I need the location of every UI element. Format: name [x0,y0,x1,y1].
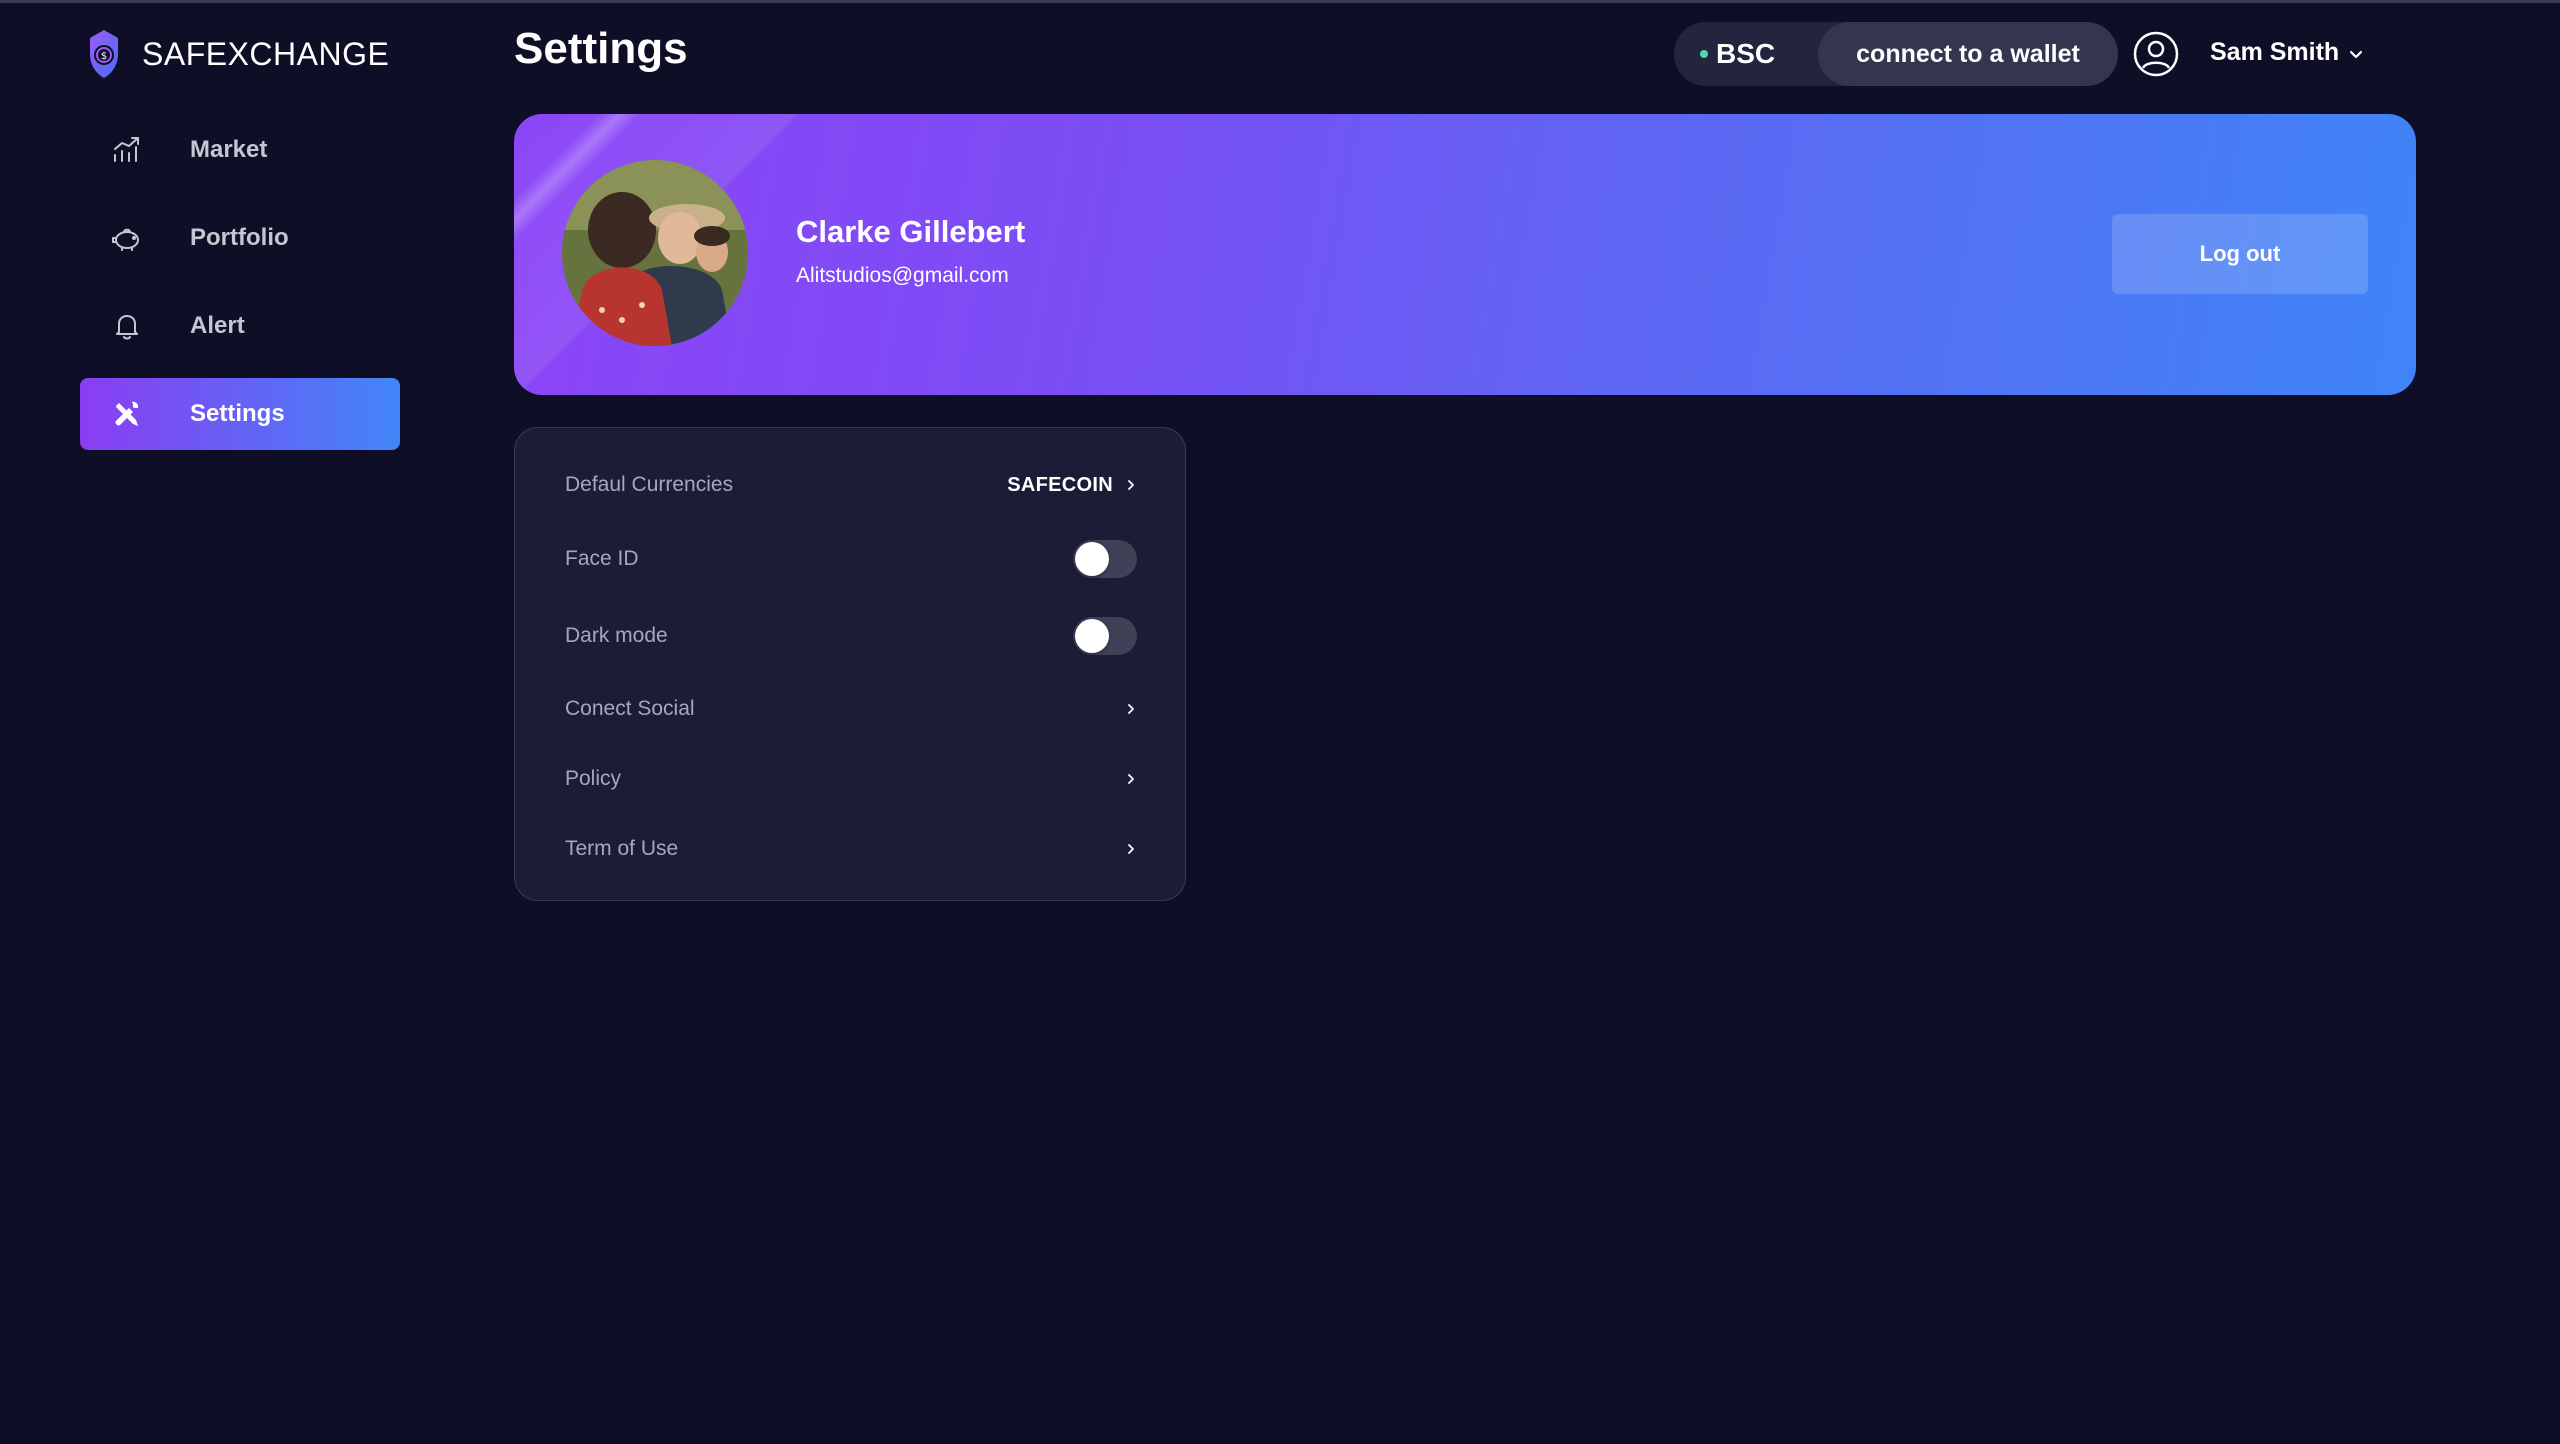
toggle-knob [1075,619,1109,653]
network-name: BSC [1716,38,1776,69]
user-name[interactable]: Sam Smith [2210,38,2339,67]
setting-label: Policy [565,767,622,790]
user-avatar-icon[interactable] [2132,30,2180,78]
app-logo[interactable]: $ SAFEXCHANGE [82,26,389,82]
sidebar-item-alert[interactable]: Alert [80,290,400,362]
chevron-right-icon [1128,704,1134,714]
setting-face-id: Face ID [565,534,1137,584]
chart-up-icon [110,133,144,167]
chevron-right-icon [1128,844,1134,854]
svg-text:$: $ [101,51,107,62]
sidebar-item-market[interactable]: Market [80,114,400,186]
sidebar-item-label: Alert [190,312,245,339]
setting-label: Term of Use [565,837,679,860]
window-top-border [0,0,2560,3]
setting-connect-social[interactable]: Conect Social [565,684,1137,734]
chevron-right-icon [1128,774,1134,784]
chevron-down-icon[interactable] [2346,44,2366,64]
sidebar-item-label: Market [190,136,268,163]
setting-value: SAFECOIN [1007,473,1113,496]
network-status-dot [1700,50,1708,58]
page-title: Settings [514,24,688,73]
profile-avatar[interactable] [562,160,748,346]
setting-default-currencies[interactable]: Defaul Currencies SAFECOIN [565,460,1137,510]
sidebar-item-label: Portfolio [190,224,289,251]
app-name: SAFEXCHANGE [142,35,390,72]
dark-mode-toggle[interactable] [1073,617,1137,655]
face-id-toggle[interactable] [1073,540,1137,578]
sidebar-item-label: Settings [190,400,285,427]
sidebar-nav: Market Portfolio Alert Settings [80,114,400,466]
setting-label: Defaul Currencies [565,473,734,496]
setting-label: Conect Social [565,697,695,720]
connect-wallet-button[interactable]: connect to a wallet [1818,22,2118,86]
tools-icon [110,397,144,431]
setting-term-of-use[interactable]: Term of Use [565,824,1137,874]
chevron-right-icon [1128,480,1134,490]
sidebar-item-portfolio[interactable]: Portfolio [80,202,400,274]
setting-policy[interactable]: Policy [565,754,1137,804]
profile-banner: Clarke Gillebert Alitstudios@gmail.com L… [514,114,2416,395]
bell-icon [110,309,144,343]
setting-label: Face ID [565,547,639,570]
network-wallet-bar: BSC connect to a wallet [1674,22,2118,86]
setting-label: Dark mode [565,624,668,647]
settings-card: Defaul Currencies SAFECOIN Face ID Dark … [514,427,1186,901]
profile-name: Clarke Gillebert [796,214,1026,249]
profile-email: Alitstudios@gmail.com [796,264,1009,287]
toggle-knob [1075,542,1109,576]
shield-logo-icon: $ [90,30,118,78]
sidebar-item-settings[interactable]: Settings [80,378,400,450]
network-selector[interactable]: BSC [1674,38,1818,70]
logout-button[interactable]: Log out [2112,214,2368,294]
piggy-bank-icon [110,221,144,255]
setting-dark-mode: Dark mode [565,611,1137,661]
